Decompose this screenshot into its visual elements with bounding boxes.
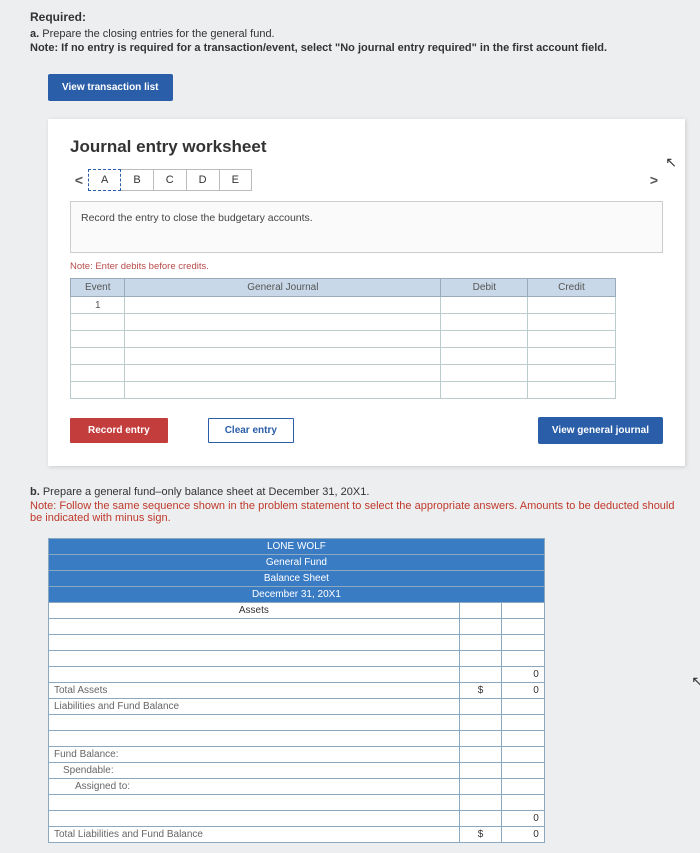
required-label: Required: bbox=[30, 10, 685, 24]
section-b: b. Prepare a general fund–only balance s… bbox=[30, 486, 685, 524]
col-debit: Debit bbox=[441, 279, 528, 297]
part-a-line: a. Prepare the closing entries for the g… bbox=[30, 28, 685, 40]
account-cell[interactable] bbox=[125, 331, 441, 348]
account-cell[interactable] bbox=[125, 365, 441, 382]
account-cell[interactable] bbox=[125, 382, 441, 399]
tab-e[interactable]: E bbox=[220, 169, 252, 191]
credit-cell[interactable] bbox=[528, 331, 615, 348]
journal-buttons: Record entry Clear entry View general jo… bbox=[70, 417, 663, 444]
clear-entry-button[interactable]: Clear entry bbox=[208, 418, 294, 443]
total-liab-fb-amount: 0 bbox=[502, 827, 545, 843]
part-a-note: Note: If no entry is required for a tran… bbox=[30, 42, 685, 54]
debit-cell[interactable] bbox=[441, 331, 528, 348]
view-general-journal-button[interactable]: View general journal bbox=[538, 417, 663, 444]
credit-cell[interactable] bbox=[528, 297, 615, 314]
debit-cell[interactable] bbox=[441, 297, 528, 314]
asset-row[interactable] bbox=[49, 651, 460, 667]
debit-cell[interactable] bbox=[441, 348, 528, 365]
prev-chevron-icon[interactable]: < bbox=[70, 172, 88, 188]
account-cell[interactable] bbox=[125, 348, 441, 365]
bs-company: LONE WOLF bbox=[49, 539, 545, 555]
account-cell[interactable] bbox=[125, 297, 441, 314]
view-transaction-list-button[interactable]: View transaction list bbox=[48, 74, 173, 101]
fund-balance-label: Fund Balance: bbox=[49, 747, 460, 763]
tab-a[interactable]: A bbox=[88, 169, 121, 191]
part-b-letter: b. bbox=[30, 486, 40, 498]
fb-amount: 0 bbox=[502, 811, 545, 827]
credit-cell[interactable] bbox=[528, 314, 615, 331]
col-credit: Credit bbox=[528, 279, 615, 297]
liab-fb-heading: Liabilities and Fund Balance bbox=[49, 699, 460, 715]
part-b-note: Note: Follow the same sequence shown in … bbox=[30, 500, 685, 524]
part-b-line: b. Prepare a general fund–only balance s… bbox=[30, 486, 685, 498]
fb-row[interactable] bbox=[49, 795, 460, 811]
cursor-icon: ↖ bbox=[665, 154, 677, 171]
liab-row[interactable] bbox=[49, 731, 460, 747]
asset-row[interactable] bbox=[49, 635, 460, 651]
bs-fund: General Fund bbox=[49, 555, 545, 571]
spendable-label: Spendable: bbox=[49, 763, 460, 779]
record-entry-button[interactable]: Record entry bbox=[70, 418, 168, 443]
debit-cell[interactable] bbox=[441, 365, 528, 382]
instruction-box: Record the entry to close the budgetary … bbox=[70, 201, 663, 253]
part-a-letter: a. bbox=[30, 28, 39, 40]
part-b-text: Prepare a general fund–only balance shee… bbox=[43, 486, 370, 498]
credit-cell[interactable] bbox=[528, 365, 615, 382]
part-a-text: Prepare the closing entries for the gene… bbox=[42, 28, 274, 40]
fb-row[interactable] bbox=[49, 811, 460, 827]
cursor-icon: ↖ bbox=[691, 673, 700, 690]
asset-amount: 0 bbox=[502, 667, 545, 683]
col-general-journal: General Journal bbox=[125, 279, 441, 297]
tab-d[interactable]: D bbox=[187, 169, 220, 191]
total-assets-amount: 0 bbox=[502, 683, 545, 699]
tab-c[interactable]: C bbox=[154, 169, 187, 191]
journal-entry-table: Event General Journal Debit Credit 1 bbox=[70, 278, 616, 399]
debit-cell[interactable] bbox=[441, 382, 528, 399]
tab-row: < A B C D E > bbox=[70, 169, 663, 191]
debits-before-credits-note: Note: Enter debits before credits. bbox=[70, 261, 663, 272]
event-cell: 1 bbox=[71, 297, 125, 314]
tab-b[interactable]: B bbox=[121, 169, 153, 191]
total-liab-fb-label: Total Liabilities and Fund Balance bbox=[49, 827, 460, 843]
debit-cell[interactable] bbox=[441, 314, 528, 331]
assets-heading: Assets bbox=[49, 603, 460, 619]
credit-cell[interactable] bbox=[528, 348, 615, 365]
journal-worksheet-card: ↖ Journal entry worksheet < A B C D E > … bbox=[48, 119, 685, 466]
bs-date: December 31, 20X1 bbox=[49, 587, 545, 603]
balance-sheet-table: LONE WOLF General Fund Balance Sheet Dec… bbox=[48, 538, 545, 843]
account-cell[interactable] bbox=[125, 314, 441, 331]
col-event: Event bbox=[71, 279, 125, 297]
asset-row[interactable] bbox=[49, 619, 460, 635]
next-chevron-icon[interactable]: > bbox=[645, 172, 663, 188]
bs-title: Balance Sheet bbox=[49, 571, 545, 587]
liab-row[interactable] bbox=[49, 715, 460, 731]
worksheet-title: Journal entry worksheet bbox=[70, 137, 663, 157]
credit-cell[interactable] bbox=[528, 382, 615, 399]
assigned-to-label: Assigned to: bbox=[49, 779, 460, 795]
total-assets-label: Total Assets bbox=[49, 683, 460, 699]
dollar-sign: $ bbox=[459, 827, 502, 843]
asset-row[interactable] bbox=[49, 667, 460, 683]
dollar-sign: $ bbox=[459, 683, 502, 699]
